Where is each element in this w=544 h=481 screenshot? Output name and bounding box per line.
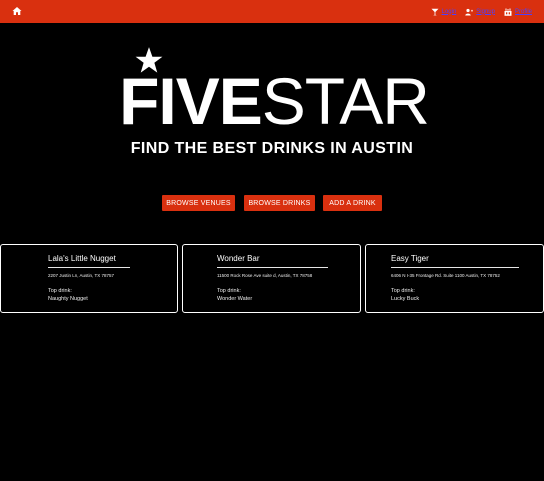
profile-link[interactable]: Profile <box>504 8 532 16</box>
top-drink-name: Naughty Nugget <box>48 296 88 302</box>
login-label[interactable]: Login <box>442 9 457 15</box>
divider <box>217 267 328 268</box>
divider <box>48 267 130 268</box>
logo-light-text: STAR <box>261 64 430 138</box>
venue-card[interactable]: Wonder Bar 11500 Rock Rose Ave suite d, … <box>182 244 361 313</box>
login-link[interactable]: Login <box>431 8 457 16</box>
top-drink-label: Top drink: <box>217 288 241 294</box>
divider <box>391 267 519 268</box>
venue-address: 2207 Justin Ln, Austin, TX 78757 <box>48 273 114 278</box>
add-user-icon <box>465 8 474 15</box>
signup-link[interactable]: Signup <box>465 8 495 16</box>
browse-drinks-button[interactable]: BROWSE DRINKS <box>244 195 315 211</box>
top-drink-label: Top drink: <box>48 288 72 294</box>
profile-label[interactable]: Profile <box>515 9 532 15</box>
signup-label[interactable]: Signup <box>476 9 495 15</box>
venue-card[interactable]: Lala's Little Nugget 2207 Justin Ln, Aus… <box>0 244 178 313</box>
bar-icon <box>504 8 512 16</box>
browse-venues-button[interactable]: BROWSE VENUES <box>162 195 235 211</box>
venue-address: 11500 Rock Rose Ave suite d, Austin, TX … <box>217 273 313 278</box>
top-drink-name: Wonder Water <box>217 296 253 302</box>
venue-card[interactable]: Easy Tiger 6406 N I-35 Frontage Rd. Suit… <box>365 244 544 313</box>
top-drink-name: Lucky Buck <box>391 296 420 302</box>
venue-address: 6406 N I-35 Frontage Rd. Suite 1100 Aust… <box>391 273 500 278</box>
star-icon <box>135 47 163 73</box>
nav-links: Login Signup Profile <box>431 0 532 23</box>
action-buttons: BROWSE VENUES BROWSE DRINKS ADD A DRINK <box>0 195 544 211</box>
home-icon[interactable] <box>12 6 22 16</box>
cocktail-icon <box>431 8 439 15</box>
fivestar-logo: FIVE STAR <box>96 44 452 134</box>
tagline: FIND THE BEST DRINKS IN AUSTIN <box>130 140 414 157</box>
navbar: Login Signup Profile <box>0 0 544 23</box>
venue-name[interactable]: Easy Tiger <box>391 254 519 264</box>
add-drink-button[interactable]: ADD A DRINK <box>323 195 382 211</box>
top-drink-label: Top drink: <box>391 288 415 294</box>
venue-name[interactable]: Wonder Bar <box>217 254 328 264</box>
logo-bold-text: FIVE <box>119 64 263 138</box>
venue-name[interactable]: Lala's Little Nugget <box>48 254 130 264</box>
